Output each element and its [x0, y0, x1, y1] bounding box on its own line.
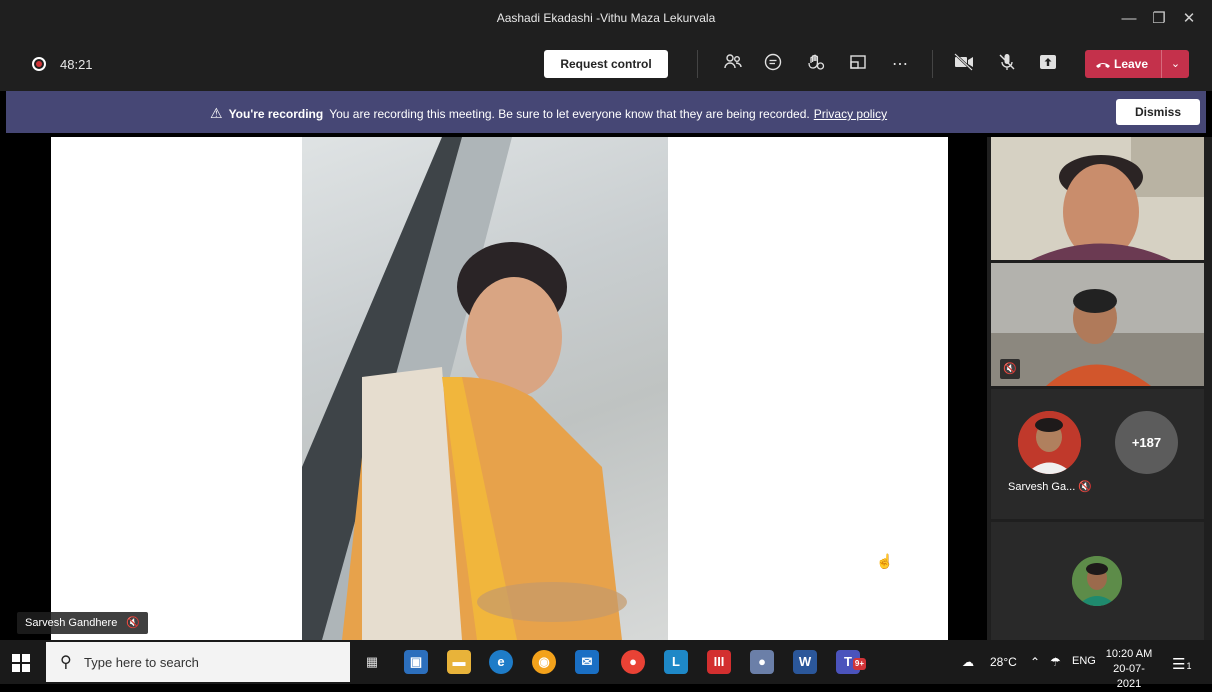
- camera-off-icon[interactable]: [951, 52, 977, 78]
- warning-icon: ⚠: [210, 105, 223, 121]
- search-placeholder: Type here to search: [84, 655, 199, 670]
- chevron-down-icon[interactable]: ⌄: [1161, 50, 1189, 78]
- banner-message: You are recording this meeting. Be sure …: [329, 107, 810, 121]
- store-icon[interactable]: ▣: [404, 650, 428, 674]
- dismiss-button[interactable]: Dismiss: [1116, 99, 1200, 125]
- mail-icon[interactable]: ✉: [575, 650, 599, 674]
- edge-icon[interactable]: e: [489, 650, 513, 674]
- title-bar: Aashadi Ekadashi -Vithu Maza Lekurvala: [0, 0, 1212, 38]
- paint-icon[interactable]: ●: [750, 650, 774, 674]
- windows-start-icon[interactable]: [12, 654, 30, 672]
- notification-icon[interactable]: ☰1: [1172, 655, 1191, 673]
- toolbar-divider: [697, 50, 698, 78]
- toolbar-divider: [932, 50, 933, 78]
- participant-video-tile[interactable]: [991, 137, 1204, 260]
- leave-label: Leave: [1095, 57, 1148, 71]
- taskbar-search-box[interactable]: ⚲ Type here to search: [46, 642, 350, 682]
- participant-name: Sarvesh Ga...: [1008, 481, 1076, 493]
- app-red-icon[interactable]: III: [707, 650, 731, 674]
- chrome-icon[interactable]: ●: [621, 650, 645, 674]
- file-explorer-icon[interactable]: ▬: [447, 650, 471, 674]
- mic-off-icon[interactable]: [994, 52, 1020, 78]
- network-icon[interactable]: ☂: [1050, 655, 1061, 669]
- phone-hangup-icon: [1096, 62, 1110, 68]
- mic-off-icon: 🔇: [1000, 359, 1020, 379]
- chat-icon[interactable]: [760, 52, 786, 78]
- meeting-timer: 48:21: [60, 57, 93, 72]
- people-icon[interactable]: [720, 52, 746, 78]
- request-control-button[interactable]: Request control: [544, 50, 668, 78]
- word-icon[interactable]: W: [793, 650, 817, 674]
- banner-text: ⚠ You're recording You are recording this …: [210, 105, 887, 122]
- speaker-name-tag: Sarvesh Gandhere 🔇: [17, 612, 149, 634]
- search-icon: ⚲: [60, 654, 72, 671]
- raise-hand-icon[interactable]: [803, 52, 829, 78]
- minimize-icon[interactable]: —: [1118, 8, 1140, 30]
- chevron-up-icon[interactable]: ⌃: [1030, 655, 1040, 669]
- participant-video-tile[interactable]: [991, 263, 1204, 386]
- window-title: Aashadi Ekadashi -Vithu Maza Lekurvala: [496, 11, 716, 25]
- close-icon[interactable]: ✕: [1178, 8, 1200, 30]
- mic-off-icon: 🔇: [1078, 481, 1092, 493]
- notification-count: 1: [1186, 661, 1192, 671]
- avatar: [1018, 411, 1081, 474]
- weather-icon[interactable]: ☁: [962, 655, 974, 669]
- app-l-icon[interactable]: L: [664, 650, 688, 674]
- system-clock[interactable]: 10:20 AM 20-07-2021: [1104, 647, 1154, 692]
- teams-icon[interactable]: T 9+: [836, 650, 866, 674]
- recording-indicator-icon: [32, 57, 46, 71]
- privacy-policy-link[interactable]: Privacy policy: [814, 107, 887, 121]
- restore-icon[interactable]: ❐: [1148, 8, 1170, 30]
- breakout-icon[interactable]: [845, 52, 871, 78]
- leave-button[interactable]: Leave ⌄: [1085, 50, 1189, 78]
- recording-banner: ⚠ You're recording You are recording this …: [6, 91, 1206, 133]
- shared-photo: [302, 137, 668, 640]
- task-view-icon[interactable]: ▦: [360, 650, 384, 674]
- clock-date: 20-07-2021: [1113, 663, 1145, 690]
- mic-off-icon: 🔇: [126, 617, 141, 629]
- avatar: [1072, 556, 1122, 606]
- clock-time: 10:20 AM: [1105, 648, 1153, 660]
- temperature[interactable]: 28°C: [990, 655, 1017, 669]
- teams-badge: 9+: [852, 658, 866, 670]
- browser-icon[interactable]: ◉: [532, 650, 556, 674]
- banner-title: You're recording: [228, 107, 324, 121]
- more-icon[interactable]: ⋯: [887, 52, 913, 78]
- hand-cursor-icon: ☝: [876, 553, 894, 569]
- language-indicator[interactable]: ENG: [1072, 655, 1096, 667]
- more-participants-button[interactable]: +187: [1115, 411, 1178, 474]
- share-icon[interactable]: [1035, 52, 1061, 78]
